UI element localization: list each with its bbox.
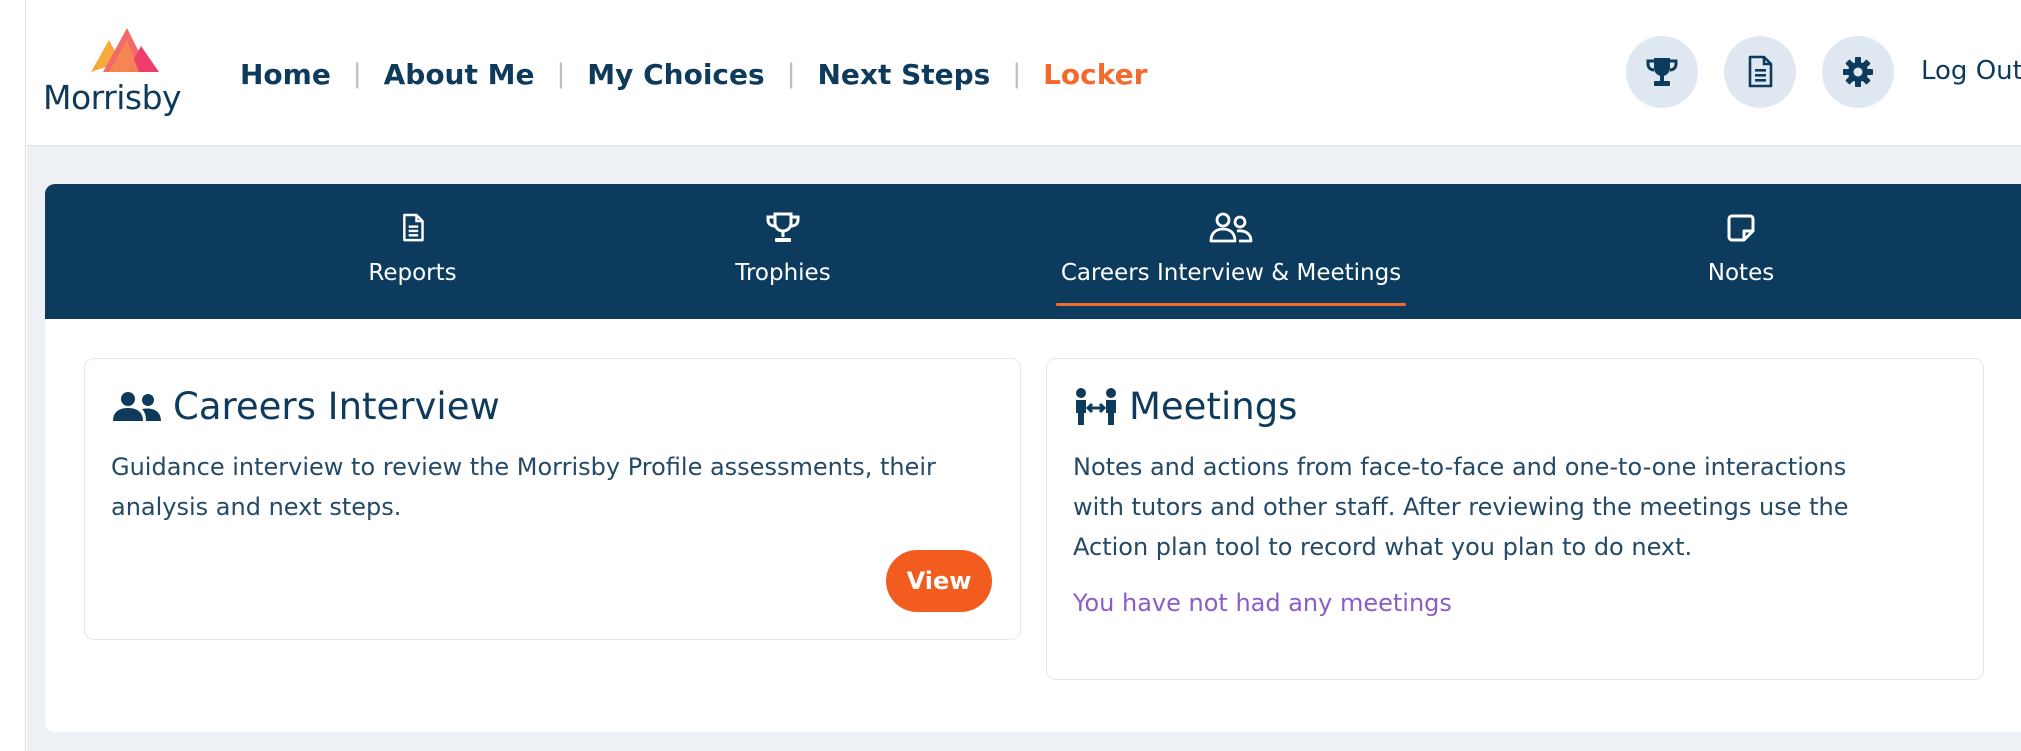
careers-interview-description: Guidance interview to review the Morrisb… [111,447,936,527]
top-navigation-bar: Morrisby Home | About Me | My Choices | … [27,0,2021,146]
empty-meetings-message: You have not had any meetings [1073,589,1452,617]
trophy-icon [1646,58,1678,86]
meeting-icon [1076,387,1116,425]
gear-icon [1843,57,1873,87]
page: Morrisby Home | About Me | My Choices | … [27,0,2021,751]
logout-link[interactable]: Log Out [1921,56,2021,86]
careers-interview-heading: Careers Interview [111,385,500,428]
users-icon [1208,210,1254,246]
tab-label: Trophies [735,260,831,286]
nav-next-steps[interactable]: Next Steps [817,58,990,91]
nav-home[interactable]: Home [240,58,331,91]
description-line: Notes and actions from face-to-face and … [1073,453,1847,481]
trophy-icon [763,210,803,246]
meetings-card: Meetings Notes and actions from face-to-… [1046,358,1984,680]
description-line: Action plan tool to record what you plan… [1073,533,1693,561]
nav-separator: | [1012,59,1022,89]
locker-panel: Reports Trophies Careers Interview & Mee… [45,184,2021,732]
settings-button[interactable] [1822,36,1894,108]
nav-separator: | [556,59,566,89]
reports-button[interactable] [1724,36,1796,108]
tab-notes[interactable]: Notes [1681,184,1801,319]
card-title: Careers Interview [173,385,500,428]
active-tab-indicator [1056,303,1406,306]
users-icon [113,391,161,421]
tab-reports[interactable]: Reports [325,184,500,319]
locker-tab-bar: Reports Trophies Careers Interview & Mee… [45,184,2021,319]
careers-interview-card: Careers Interview Guidance interview to … [84,358,1021,640]
card-title: Meetings [1129,385,1298,428]
meetings-description: Notes and actions from face-to-face and … [1073,447,1848,567]
tab-trophies[interactable]: Trophies [688,184,878,319]
nav-about-me[interactable]: About Me [384,58,535,91]
description-line: analysis and next steps. [111,493,402,521]
report-icon [400,210,426,246]
left-edge [0,0,26,751]
tab-careers-interview-meetings[interactable]: Careers Interview & Meetings [1056,184,1406,319]
tab-label: Reports [368,260,457,286]
nav-separator: | [786,59,796,89]
nav-locker[interactable]: Locker [1043,58,1147,91]
description-line: with tutors and other staff. After revie… [1073,493,1849,521]
description-line: Guidance interview to review the Morrisb… [111,453,936,481]
view-button[interactable]: View [886,550,992,612]
main-nav: Home | About Me | My Choices | Next Step… [240,54,1147,94]
nav-my-choices[interactable]: My Choices [587,58,764,91]
nav-separator: | [352,59,362,89]
logo-mark-icon [91,28,159,72]
morrisby-logo[interactable]: Morrisby [43,26,208,126]
tab-label: Careers Interview & Meetings [1060,260,1402,286]
meetings-heading: Meetings [1073,385,1297,428]
logo-text: Morrisby [43,78,182,117]
report-icon [1748,55,1773,88]
tab-label: Notes [1707,260,1775,286]
note-icon [1726,210,1756,246]
trophies-button[interactable] [1626,36,1698,108]
